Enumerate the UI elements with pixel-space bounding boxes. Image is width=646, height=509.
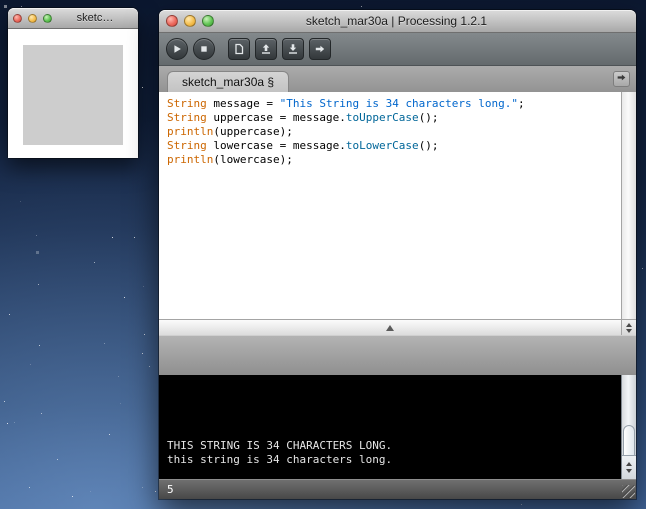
close-button[interactable] — [13, 14, 22, 23]
scroll-up-icon — [626, 323, 632, 327]
save-button[interactable] — [282, 38, 304, 60]
console-scrollbar-arrows[interactable] — [622, 455, 636, 479]
tab-label: sketch_mar30a § — [182, 75, 274, 89]
sketch-window-title: sketc… — [57, 12, 133, 24]
window-controls — [13, 14, 52, 23]
sketch-output-window: sketc… — [8, 8, 138, 158]
window-controls — [166, 15, 214, 27]
code-editor[interactable]: String message = "This String is 34 char… — [159, 92, 621, 319]
new-button[interactable] — [228, 38, 250, 60]
desktop: sketc… sketch_mar30a | Processing 1.2.1 — [0, 0, 646, 509]
stop-button[interactable] — [193, 38, 215, 60]
minimize-button[interactable] — [184, 15, 196, 27]
new-sketch-icon — [233, 43, 245, 55]
code-line: String lowercase = message.toLowerCase()… — [167, 139, 621, 153]
editor-scrollbar-row — [159, 319, 636, 335]
scroll-down-icon — [626, 469, 632, 473]
processing-ide-window: sketch_mar30a | Processing 1.2.1 — [159, 10, 636, 499]
close-button[interactable] — [166, 15, 178, 27]
export-button[interactable] — [309, 38, 331, 60]
zoom-button[interactable] — [202, 15, 214, 27]
open-icon — [260, 43, 272, 55]
line-number: 5 — [167, 483, 174, 496]
code-line: println(lowercase); — [167, 153, 621, 167]
editor-area: String message = "This String is 34 char… — [159, 92, 636, 319]
arrow-right-icon — [616, 70, 627, 88]
code-line: String uppercase = message.toUpperCase()… — [167, 111, 621, 125]
console-lines: THIS STRING IS 34 CHARACTERS LONG.this s… — [167, 439, 621, 467]
starfield-background — [0, 0, 1, 1]
editor-vertical-scrollbar[interactable] — [621, 92, 636, 319]
scroll-down-icon — [626, 329, 632, 333]
divider-handle-icon[interactable] — [386, 325, 394, 331]
sketch-window-content — [8, 29, 138, 158]
console: THIS STRING IS 34 CHARACTERS LONG.this s… — [159, 375, 621, 479]
sketch-canvas — [23, 45, 123, 145]
sketch-window-titlebar[interactable]: sketc… — [8, 8, 138, 29]
console-scrollbar[interactable] — [621, 375, 636, 479]
resize-grip[interactable] — [622, 485, 635, 498]
ide-window-title: sketch_mar30a | Processing 1.2.1 — [219, 14, 574, 28]
console-area: THIS STRING IS 34 CHARACTERS LONG.this s… — [159, 375, 636, 479]
tab-bar: sketch_mar30a § — [159, 66, 636, 92]
editor-horizontal-scrollbar[interactable] — [159, 319, 621, 335]
scrollbar-arrows[interactable] — [621, 319, 636, 335]
console-line: THIS STRING IS 34 CHARACTERS LONG. — [167, 439, 621, 453]
stop-icon — [198, 43, 210, 55]
tab-sketch-mar30a[interactable]: sketch_mar30a § — [167, 71, 289, 92]
message-area — [159, 335, 636, 375]
console-line: this string is 34 characters long. — [167, 453, 621, 467]
export-icon — [314, 43, 326, 55]
code-line: String message = "This String is 34 char… — [167, 97, 621, 111]
zoom-button[interactable] — [43, 14, 52, 23]
scroll-up-icon — [626, 462, 632, 466]
minimize-button[interactable] — [28, 14, 37, 23]
open-button[interactable] — [255, 38, 277, 60]
code-line: println(uppercase); — [167, 125, 621, 139]
status-bar: 5 — [159, 479, 636, 499]
save-icon — [287, 43, 299, 55]
code-lines: String message = "This String is 34 char… — [167, 97, 621, 167]
play-icon — [171, 43, 183, 55]
toolbar — [159, 33, 636, 66]
tab-menu-button[interactable] — [613, 71, 630, 87]
ide-titlebar[interactable]: sketch_mar30a | Processing 1.2.1 — [159, 10, 636, 33]
run-button[interactable] — [166, 38, 188, 60]
